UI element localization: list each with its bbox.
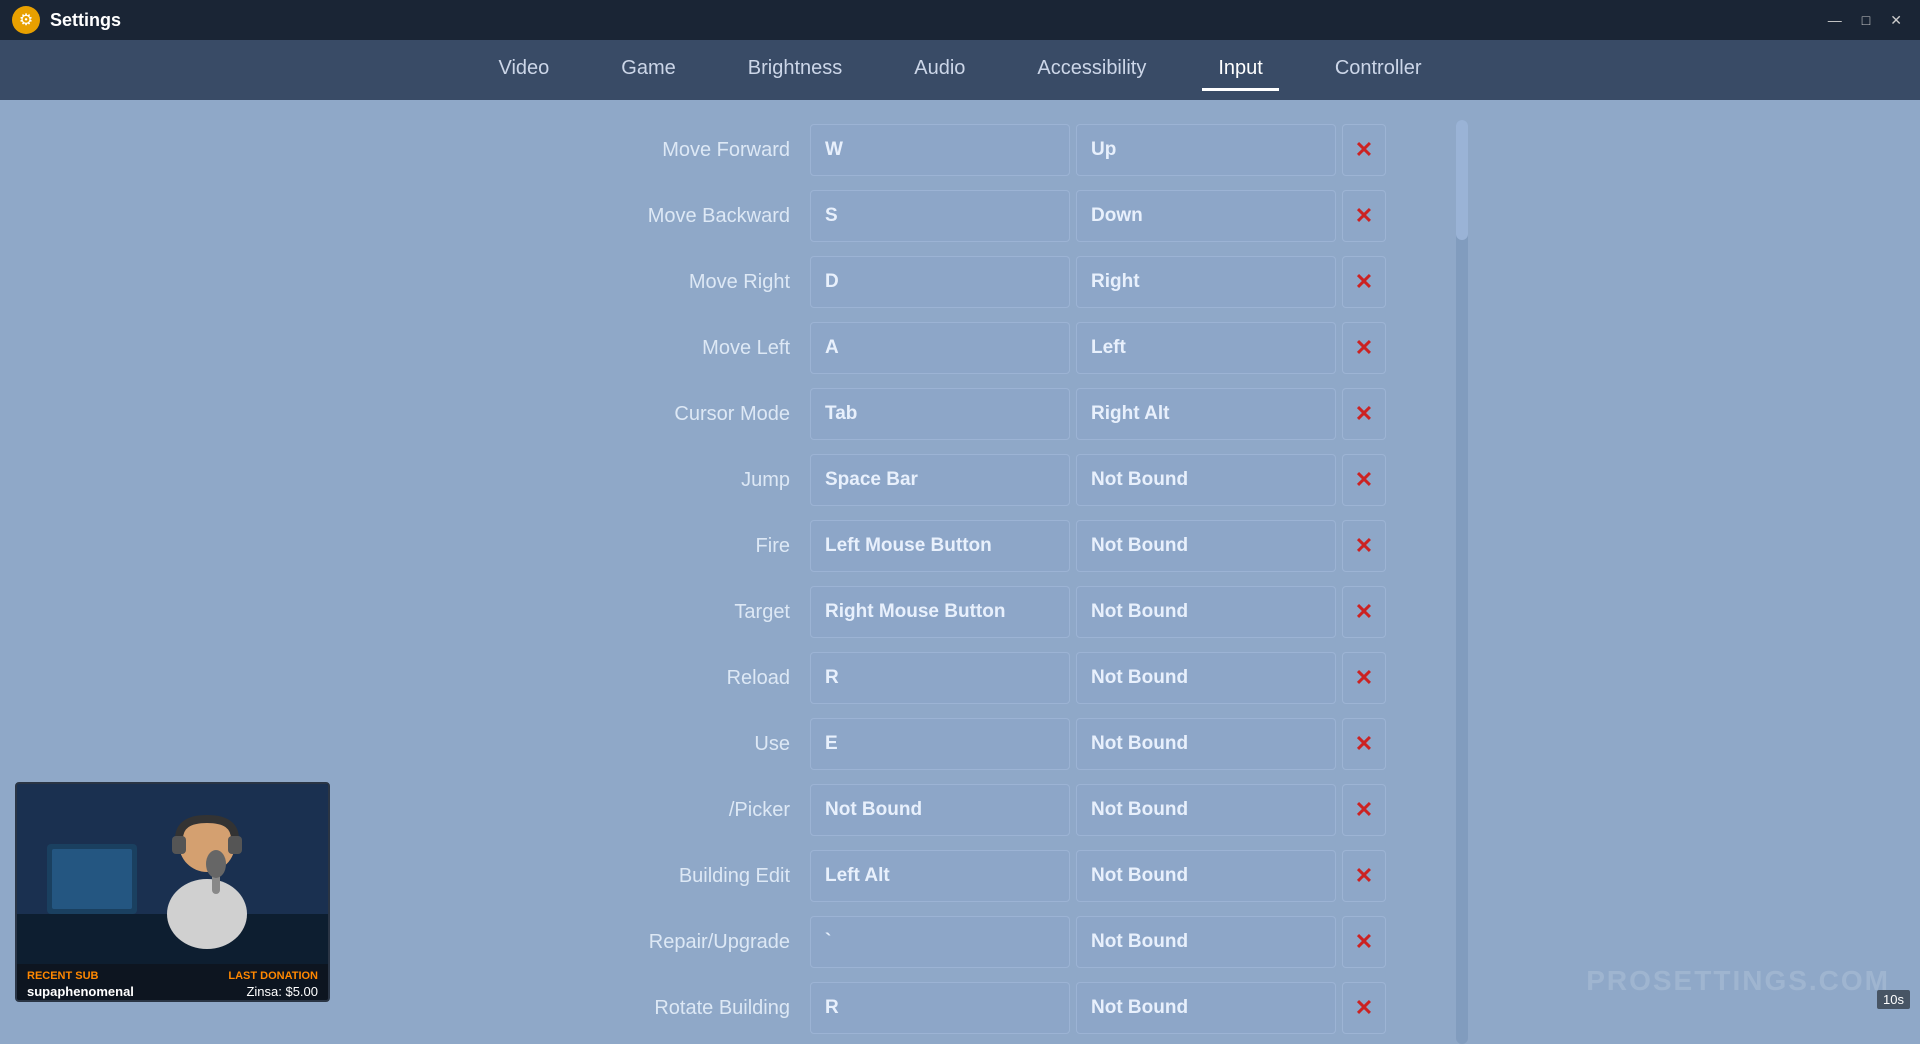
keybind-secondary-button[interactable]: Down	[1076, 190, 1336, 242]
keybind-clear-button[interactable]: ✕	[1342, 520, 1386, 572]
recent-sub-label: RECENT SUB	[27, 970, 134, 982]
scrollbar-thumb[interactable]	[1456, 120, 1468, 240]
watermark: PROSETTINGS.COM	[1586, 965, 1890, 997]
keybind-secondary-button[interactable]: Not Bound	[1076, 718, 1336, 770]
keybind-secondary-button[interactable]: Not Bound	[1076, 784, 1336, 836]
tab-audio[interactable]: Audio	[898, 49, 981, 91]
webcam-overlay: RECENT SUB supaphenomenal LAST DONATION …	[15, 782, 330, 1002]
keybind-clear-button[interactable]: ✕	[1342, 322, 1386, 374]
last-donation-label: LAST DONATION	[228, 970, 318, 982]
table-row: FireLeft Mouse ButtonNot Bound✕	[470, 516, 1450, 576]
keybind-clear-button[interactable]: ✕	[1342, 916, 1386, 968]
keybind-action-label: Repair/Upgrade	[470, 931, 810, 954]
keybind-action-label: Jump	[470, 469, 810, 492]
keybind-secondary-button[interactable]: Not Bound	[1076, 850, 1336, 902]
tab-brightness[interactable]: Brightness	[732, 49, 859, 91]
keybind-action-label: Move Backward	[470, 205, 810, 228]
title-bar: ⚙ Settings — □ ✕	[0, 0, 1920, 40]
keybind-clear-button[interactable]: ✕	[1342, 982, 1386, 1034]
table-row: Move LeftALeft✕	[470, 318, 1450, 378]
tab-game[interactable]: Game	[605, 49, 691, 91]
keybind-secondary-button[interactable]: Up	[1076, 124, 1336, 176]
keybind-primary-button[interactable]: E	[810, 718, 1070, 770]
keybind-clear-button[interactable]: ✕	[1342, 454, 1386, 506]
table-row: TargetRight Mouse ButtonNot Bound✕	[470, 582, 1450, 642]
keybind-primary-button[interactable]: Right Mouse Button	[810, 586, 1070, 638]
keybind-clear-button[interactable]: ✕	[1342, 718, 1386, 770]
keybind-action-label: Use	[470, 733, 810, 756]
scrollbar-track[interactable]	[1456, 120, 1468, 1044]
tab-accessibility[interactable]: Accessibility	[1021, 49, 1162, 91]
minimize-button[interactable]: —	[1822, 10, 1848, 30]
keybind-primary-button[interactable]: R	[810, 652, 1070, 704]
keybind-clear-button[interactable]: ✕	[1342, 784, 1386, 836]
keybind-primary-button[interactable]: Space Bar	[810, 454, 1070, 506]
keybind-clear-button[interactable]: ✕	[1342, 190, 1386, 242]
keybind-action-label: Move Left	[470, 337, 810, 360]
nav-tabs: Video Game Brightness Audio Accessibilit…	[0, 40, 1920, 100]
table-row: Repair/Upgrade`Not Bound✕	[470, 912, 1450, 972]
keybind-secondary-button[interactable]: Not Bound	[1076, 916, 1336, 968]
keybind-primary-button[interactable]: `	[810, 916, 1070, 968]
webcam-content	[17, 784, 328, 964]
keybind-clear-button[interactable]: ✕	[1342, 124, 1386, 176]
keybind-action-label: Building Edit	[470, 865, 810, 888]
table-row: Move BackwardSDown✕	[470, 186, 1450, 246]
keybind-action-label: /Picker	[470, 799, 810, 822]
keybind-action-label: Reload	[470, 667, 810, 690]
keybind-secondary-button[interactable]: Not Bound	[1076, 520, 1336, 572]
keybind-secondary-button[interactable]: Right	[1076, 256, 1336, 308]
webcam-bottom-bar: RECENT SUB supaphenomenal LAST DONATION …	[17, 964, 328, 1002]
table-row: UseENot Bound✕	[470, 714, 1450, 774]
gear-icon: ⚙	[12, 6, 40, 34]
table-row: Move ForwardWUp✕	[470, 120, 1450, 180]
keybind-primary-button[interactable]: Tab	[810, 388, 1070, 440]
keybind-primary-button[interactable]: Not Bound	[810, 784, 1070, 836]
maximize-button[interactable]: □	[1856, 10, 1876, 30]
table-row: Building EditLeft AltNot Bound✕	[470, 846, 1450, 906]
keybind-secondary-button[interactable]: Not Bound	[1076, 982, 1336, 1034]
keybind-action-label: Fire	[470, 535, 810, 558]
keybind-action-label: Move Right	[470, 271, 810, 294]
keybind-primary-button[interactable]: R	[810, 982, 1070, 1034]
keybind-primary-button[interactable]: Left Mouse Button	[810, 520, 1070, 572]
keybind-secondary-button[interactable]: Not Bound	[1076, 586, 1336, 638]
table-row: Rotate BuildingRNot Bound✕	[470, 978, 1450, 1038]
keybind-action-label: Target	[470, 601, 810, 624]
tab-video[interactable]: Video	[482, 49, 565, 91]
keybind-secondary-button[interactable]: Left	[1076, 322, 1336, 374]
keybind-secondary-button[interactable]: Not Bound	[1076, 652, 1336, 704]
keybind-primary-button[interactable]: Left Alt	[810, 850, 1070, 902]
keybind-clear-button[interactable]: ✕	[1342, 586, 1386, 638]
title-bar-left: ⚙ Settings	[12, 6, 121, 34]
keybind-action-label: Cursor Mode	[470, 403, 810, 426]
keybind-action-label: Move Forward	[470, 139, 810, 162]
table-row: Move RightDRight✕	[470, 252, 1450, 312]
table-row: Cursor ModeTabRight Alt✕	[470, 384, 1450, 444]
keybind-primary-button[interactable]: S	[810, 190, 1070, 242]
keybind-action-label: Rotate Building	[470, 997, 810, 1020]
tab-controller[interactable]: Controller	[1319, 49, 1438, 91]
window-title: Settings	[50, 10, 121, 31]
table-row: ReloadRNot Bound✕	[470, 648, 1450, 708]
table-row: /PickerNot BoundNot Bound✕	[470, 780, 1450, 840]
keybind-primary-button[interactable]: W	[810, 124, 1070, 176]
window-controls: — □ ✕	[1822, 10, 1908, 31]
webcam-video	[17, 784, 330, 964]
keybind-clear-button[interactable]: ✕	[1342, 850, 1386, 902]
keybindings-container: Move ForwardWUp✕Move BackwardSDown✕Move …	[470, 120, 1450, 1044]
keybind-secondary-button[interactable]: Right Alt	[1076, 388, 1336, 440]
keybind-clear-button[interactable]: ✕	[1342, 388, 1386, 440]
keybind-secondary-button[interactable]: Not Bound	[1076, 454, 1336, 506]
keybind-primary-button[interactable]: A	[810, 322, 1070, 374]
table-row: JumpSpace BarNot Bound✕	[470, 450, 1450, 510]
keybind-clear-button[interactable]: ✕	[1342, 652, 1386, 704]
donation-value: Zinsa: $5.00	[246, 984, 318, 999]
keybind-clear-button[interactable]: ✕	[1342, 256, 1386, 308]
webcam-username: supaphenomenal	[27, 984, 134, 999]
close-button[interactable]: ✕	[1884, 10, 1908, 31]
tab-input[interactable]: Input	[1202, 49, 1278, 91]
keybind-primary-button[interactable]: D	[810, 256, 1070, 308]
